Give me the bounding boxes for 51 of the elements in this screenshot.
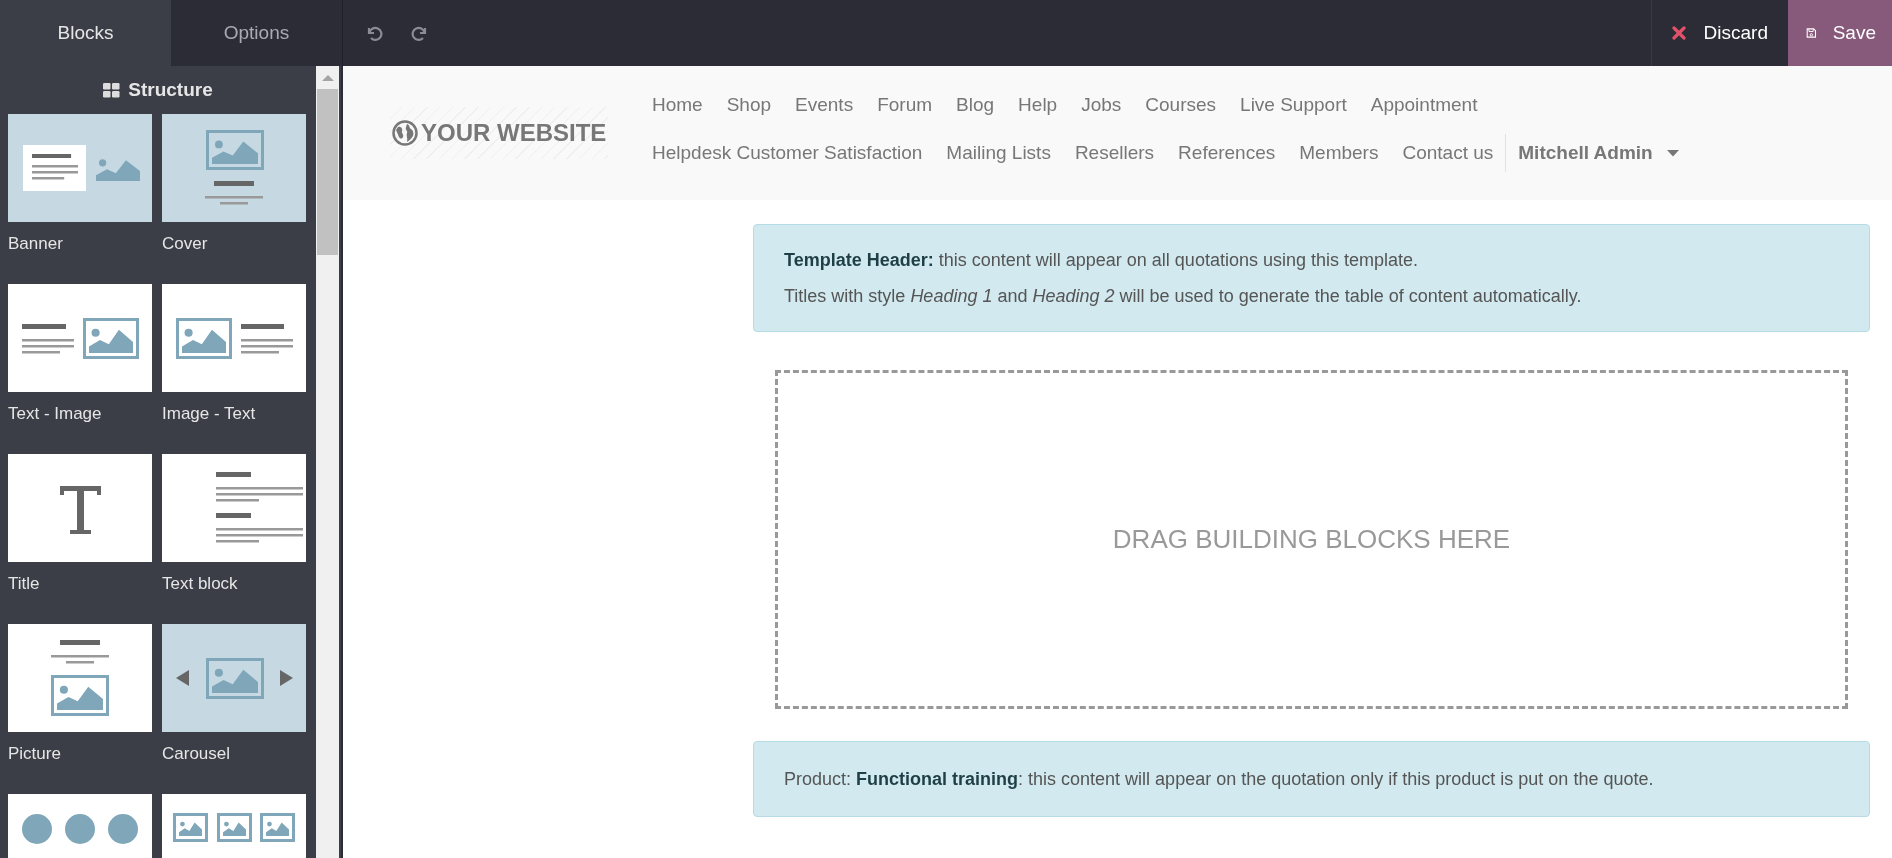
- nav-link[interactable]: References: [1166, 142, 1288, 164]
- drop-zone-text: DRAG BUILDING BLOCKS HERE: [1112, 524, 1511, 555]
- nav-link[interactable]: Blog: [944, 94, 1007, 116]
- block-label: Image - Text: [162, 404, 257, 424]
- drop-zone[interactable]: DRAG BUILDING BLOCKS HERE: [775, 370, 1848, 709]
- undo-icon: [365, 24, 383, 42]
- nav-link[interactable]: Courses: [1133, 94, 1229, 116]
- block-thumbnail[interactable]: [8, 454, 152, 562]
- block-thumbnail[interactable]: [8, 284, 152, 392]
- nav-link[interactable]: Events: [783, 94, 866, 116]
- redo-icon: [411, 24, 429, 42]
- block-label: Picture: [8, 744, 62, 764]
- caret-icon: [1666, 149, 1679, 157]
- nav-link[interactable]: Resellers: [1062, 142, 1167, 164]
- block-label: Text - Image: [8, 404, 103, 424]
- scrollbar-thumb[interactable]: [317, 89, 338, 255]
- block-thumbnail[interactable]: [162, 284, 306, 392]
- block-label: Carousel: [162, 744, 232, 764]
- website-logo[interactable]: YOUR WEBSITE: [390, 107, 609, 159]
- save-button[interactable]: Save: [1788, 0, 1892, 66]
- section-heading: Structure: [103, 79, 213, 101]
- user-menu[interactable]: Mitchell Admin: [1505, 134, 1691, 172]
- block-label: Text block: [162, 574, 239, 594]
- nav-link[interactable]: Shop: [714, 94, 784, 116]
- panel-tab[interactable]: Blocks: [0, 0, 171, 66]
- block-thumbnail[interactable]: [162, 114, 306, 222]
- scroll-up-arrow-icon[interactable]: [321, 74, 334, 82]
- nav-link[interactable]: Forum: [865, 94, 945, 116]
- nav-link[interactable]: Live Support: [1228, 94, 1359, 116]
- nav-link[interactable]: Helpdesk Customer Satisfaction: [640, 142, 935, 164]
- block-label: Banner: [8, 234, 64, 254]
- block-thumbnail[interactable]: [162, 454, 306, 562]
- block-label: Cover: [162, 234, 209, 254]
- nav-link[interactable]: Appointment: [1358, 94, 1490, 116]
- nav-link[interactable]: Mailing Lists: [934, 142, 1063, 164]
- globe-icon: [392, 120, 418, 146]
- block-thumbnail[interactable]: [8, 624, 152, 732]
- nav-link[interactable]: Contact us: [1390, 142, 1506, 164]
- block-thumbnail[interactable]: [162, 624, 306, 732]
- nav-link[interactable]: Jobs: [1069, 94, 1134, 116]
- nav-link[interactable]: Help: [1006, 94, 1070, 116]
- note-text: Template Header: this content will appear on all quotations using this template.: [784, 249, 1419, 271]
- grid-icon: [103, 82, 121, 98]
- nav-link[interactable]: Members: [1287, 142, 1391, 164]
- close-icon: [1671, 26, 1686, 40]
- block-thumbnail[interactable]: [8, 114, 152, 222]
- nav-link[interactable]: Home: [640, 94, 715, 116]
- scrollbar[interactable]: [316, 66, 339, 858]
- block-label: Title: [8, 574, 41, 594]
- note-text: Titles with style Heading 1 and Heading 2 will be used to generate the table of content automatically.: [784, 285, 1583, 307]
- note-text: Product: Functional training: this content will appear on the quotation only if this product is put on the quote.: [784, 768, 1655, 790]
